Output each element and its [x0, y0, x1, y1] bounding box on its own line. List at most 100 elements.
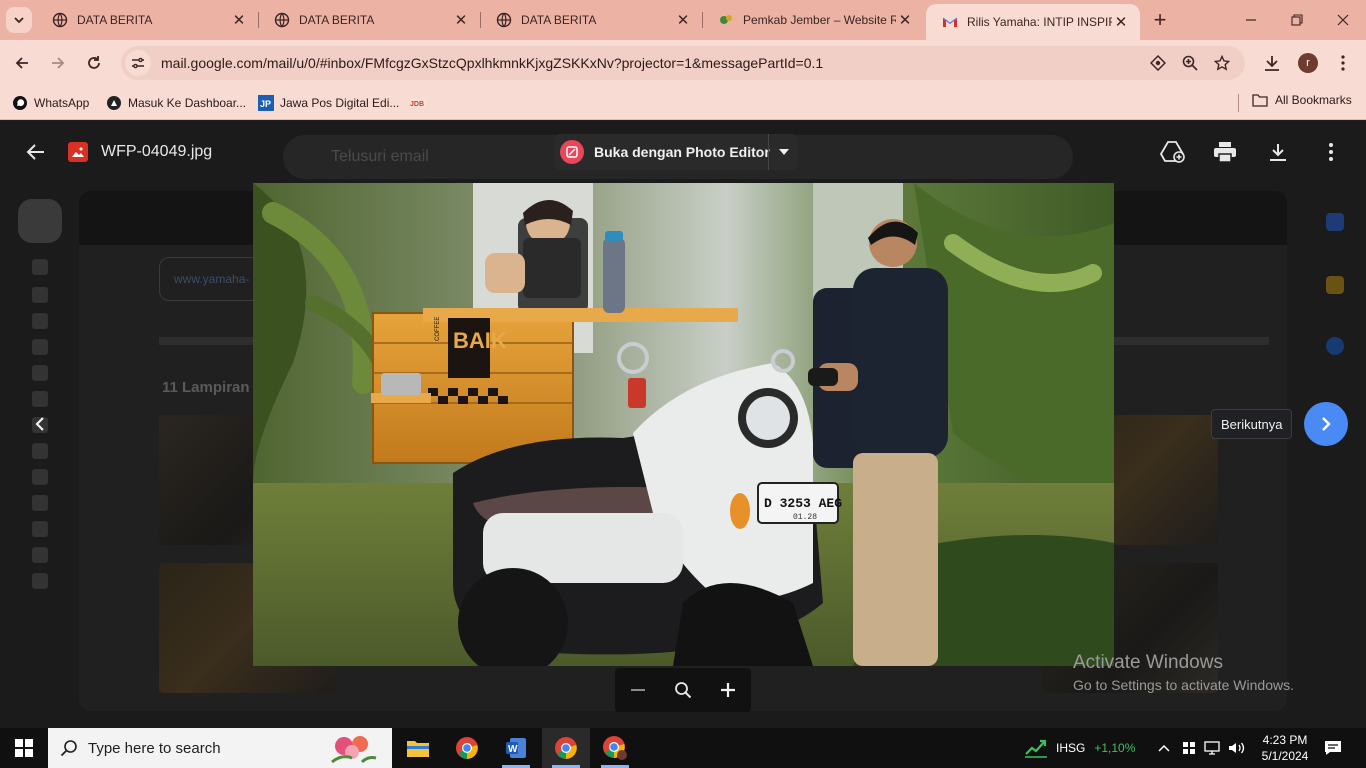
restore-button[interactable]	[1274, 0, 1320, 40]
reload-button[interactable]	[81, 50, 107, 76]
info-icon[interactable]	[32, 521, 48, 537]
tab-data-berita-3[interactable]: DATA BERITA ✕	[480, 4, 703, 36]
show-hidden-icons-button[interactable]	[1158, 728, 1170, 768]
bookmark-whatsapp[interactable]: WhatsApp	[12, 93, 89, 113]
notification-icon	[1325, 741, 1341, 755]
tab-close-icon[interactable]: ✕	[896, 11, 914, 29]
download-icon	[1270, 144, 1286, 161]
file-explorer-app[interactable]	[394, 728, 442, 768]
tab-data-berita-1[interactable]: DATA BERITA ✕	[36, 4, 259, 36]
minimize-button[interactable]	[1228, 0, 1274, 40]
inbox-icon[interactable]	[32, 259, 48, 275]
notifications-button[interactable]	[1324, 728, 1342, 768]
starred-icon[interactable]	[32, 287, 48, 303]
sent-icon[interactable]	[32, 365, 48, 381]
zoom-in-button[interactable]	[714, 676, 742, 704]
tab-close-icon[interactable]: ✕	[452, 11, 470, 29]
more-options-button[interactable]	[1317, 138, 1345, 166]
tab-close-icon[interactable]: ✕	[674, 11, 692, 29]
spam-icon[interactable]	[32, 443, 48, 459]
preview-image: BAIK COFFEE D 3253 AEG 01.28	[253, 183, 1114, 666]
caret-down-icon	[778, 149, 789, 155]
tab-pemkab-jember[interactable]: Pemkab Jember – Website R ✕	[702, 4, 924, 36]
all-bookmarks-button[interactable]: All Bookmarks	[1252, 93, 1352, 107]
next-tooltip: Berikutnya	[1211, 409, 1293, 439]
search-icon	[60, 740, 77, 757]
star-icon	[1214, 55, 1230, 71]
url-text: mail.google.com/mail/u/0/#inbox/FMfcgzGx…	[161, 55, 824, 71]
globe-icon	[52, 12, 68, 28]
chrome-profile-icon	[603, 736, 627, 760]
start-button[interactable]	[0, 728, 48, 768]
speaker-icon	[1229, 742, 1245, 754]
keep-icon[interactable]	[1326, 276, 1344, 294]
chrome-profile-app[interactable]	[591, 728, 639, 768]
drafts-icon[interactable]	[32, 391, 48, 407]
tab-search-button[interactable]	[6, 7, 32, 33]
bookmark-jdb[interactable]: JDB	[410, 93, 432, 113]
back-button[interactable]	[9, 50, 35, 76]
open-with-label: Buka dengan Photo Editor	[594, 144, 770, 160]
kebab-menu-icon	[1341, 55, 1345, 71]
whatsapp-icon	[13, 96, 27, 110]
bookmarks-bar: WhatsApp Masuk Ke Dashboar... JP Jawa Po…	[0, 86, 1366, 120]
chart-up-icon	[1025, 739, 1047, 758]
tag-icon[interactable]	[32, 573, 48, 589]
bookmark-star-button[interactable]	[1210, 51, 1234, 75]
profile-avatar[interactable]: r	[1298, 53, 1318, 73]
zoom-button[interactable]	[1178, 51, 1202, 75]
snoozed-icon[interactable]	[32, 313, 48, 329]
calendar-icon[interactable]	[1326, 213, 1344, 231]
close-window-button[interactable]	[1320, 0, 1366, 40]
contacts-icon[interactable]	[32, 495, 48, 511]
word-app[interactable]: W	[492, 728, 540, 768]
tab-close-icon[interactable]: ✕	[230, 11, 248, 29]
bookmark-dashboard[interactable]: Masuk Ke Dashboar...	[106, 93, 246, 113]
tab-data-berita-2[interactable]: DATA BERITA ✕	[258, 4, 481, 36]
tab-title: Rilis Yamaha: INTIP INSPIRAS	[967, 15, 1112, 29]
taskbar-clock[interactable]: 4:23 PM 5/1/2024	[1256, 732, 1314, 764]
downloads-button[interactable]	[1259, 50, 1285, 76]
forward-button[interactable]	[45, 50, 71, 76]
important-icon[interactable]	[32, 339, 48, 355]
license-plate-sub: 01.28	[793, 513, 817, 522]
magnifier-icon	[675, 682, 692, 699]
stock-ticker[interactable]: IHSG +1,10%	[1024, 728, 1135, 768]
chrome-app-active[interactable]	[542, 728, 590, 768]
tab-close-icon[interactable]: ✕	[1112, 13, 1130, 31]
volume-tray-icon[interactable]	[1228, 728, 1246, 768]
taskbar-search-box[interactable]: Type here to search	[48, 728, 392, 768]
address-bar[interactable]: mail.google.com/mail/u/0/#inbox/FMfcgzGx…	[121, 46, 1245, 80]
close-icon	[1337, 14, 1349, 26]
lens-button[interactable]	[1146, 51, 1170, 75]
tasks-icon[interactable]	[1326, 337, 1344, 355]
label-icon[interactable]	[32, 469, 48, 485]
new-tab-button[interactable]: +	[1148, 7, 1172, 32]
chrome-app[interactable]	[443, 728, 491, 768]
browser-menu-button[interactable]	[1330, 50, 1356, 76]
compose-button[interactable]	[18, 199, 62, 243]
download-button[interactable]	[1264, 138, 1292, 166]
add-to-drive-button[interactable]	[1159, 138, 1187, 166]
tab-rilis-yamaha[interactable]: Rilis Yamaha: INTIP INSPIRAS ✕	[926, 4, 1140, 40]
diamond-lens-icon	[1150, 55, 1166, 71]
next-image-button[interactable]	[1304, 402, 1348, 446]
open-with-dropdown[interactable]	[768, 134, 798, 170]
tab-title: DATA BERITA	[521, 13, 597, 27]
previous-image-button[interactable]	[24, 408, 56, 440]
chat-icon[interactable]	[32, 547, 48, 563]
tab-title: DATA BERITA	[77, 13, 153, 27]
site-info-button[interactable]	[125, 50, 151, 76]
network-tray-icon[interactable]	[1204, 728, 1222, 768]
bookmark-jawapos[interactable]: JP Jawa Pos Digital Edi...	[258, 93, 399, 113]
jdb-icon: JDB	[410, 99, 426, 108]
crate-side-text: COFFEE	[435, 317, 441, 341]
svg-text:JDB: JDB	[410, 101, 424, 108]
zoom-out-button[interactable]	[624, 676, 652, 704]
restore-icon	[1291, 14, 1303, 26]
print-button[interactable]	[1211, 138, 1239, 166]
zoom-reset-button[interactable]	[669, 676, 697, 704]
security-tray-icon[interactable]	[1182, 728, 1196, 768]
open-with-photo-editor-button[interactable]: Buka dengan Photo Editor	[554, 134, 798, 170]
close-viewer-button[interactable]	[22, 138, 50, 166]
